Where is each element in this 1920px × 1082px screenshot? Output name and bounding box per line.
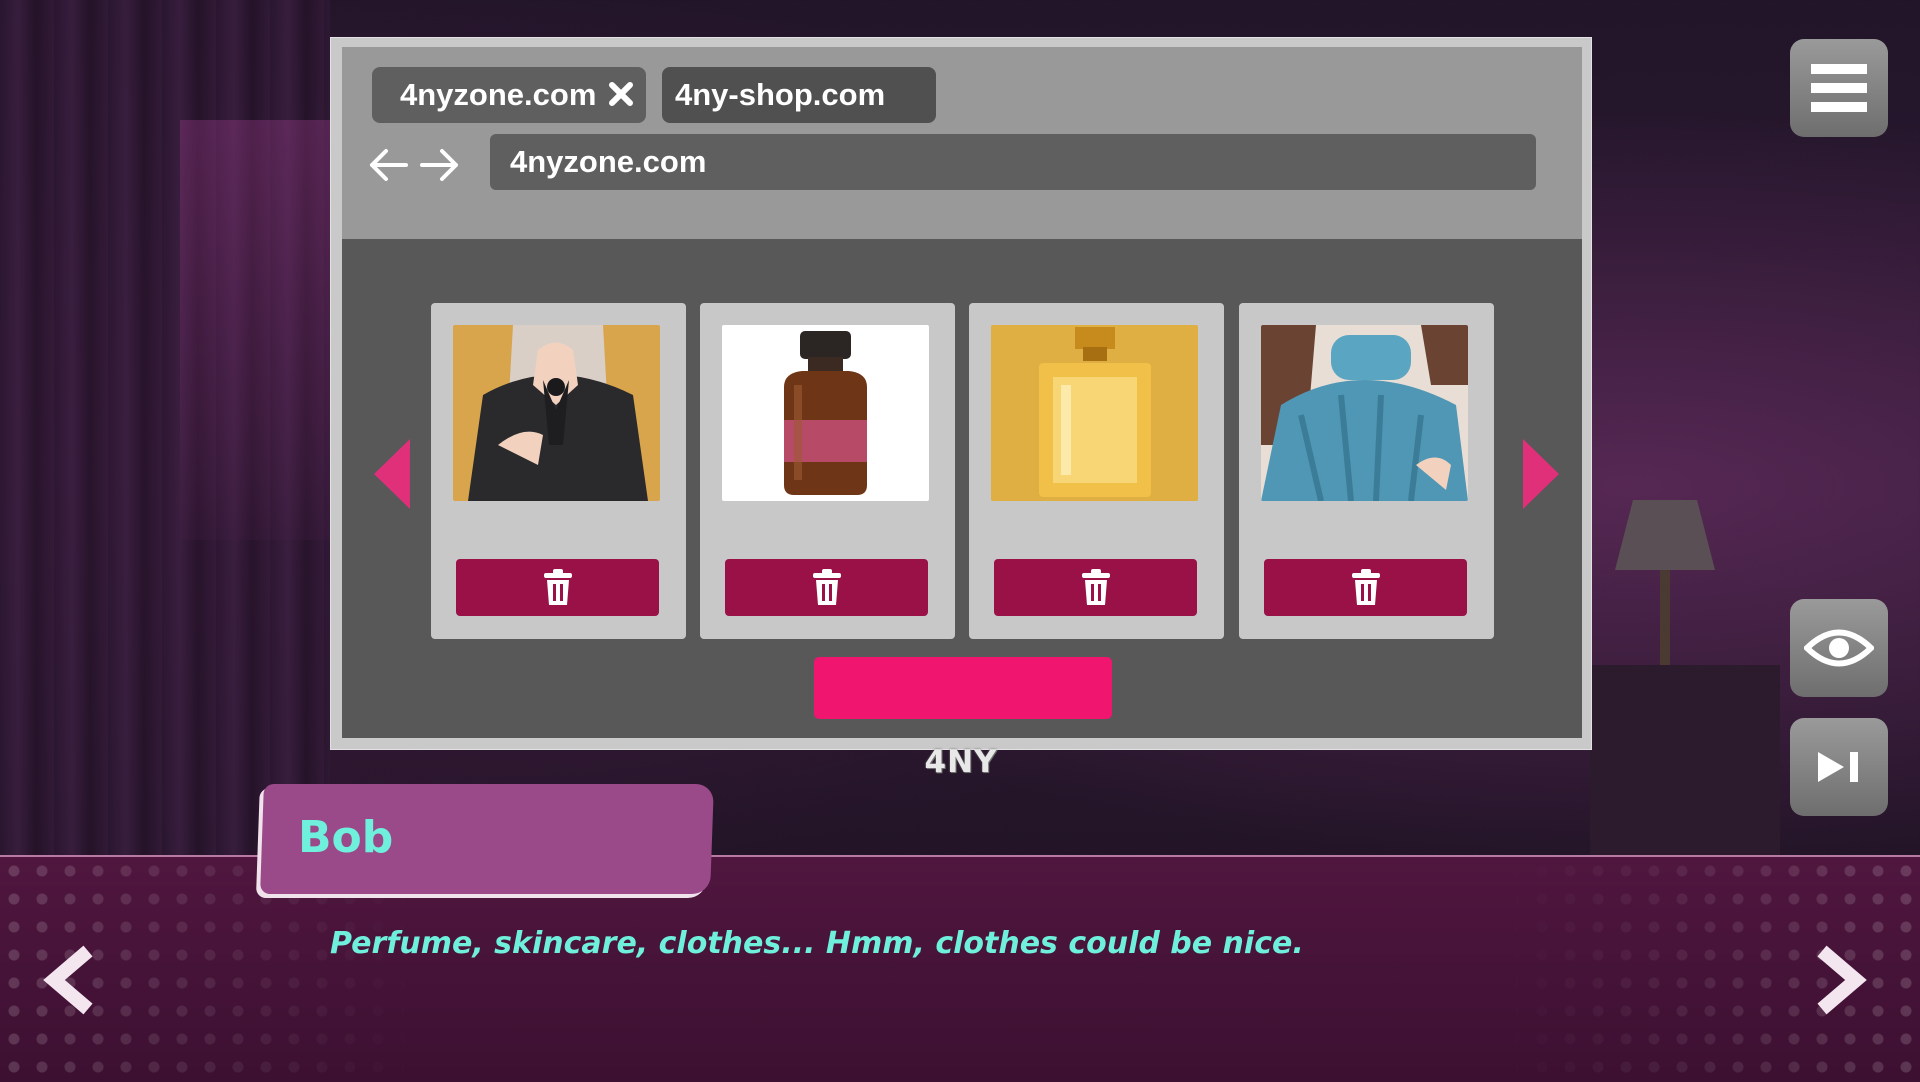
prev-page-icon[interactable]: [372, 439, 412, 509]
delete-item-button[interactable]: [1264, 559, 1467, 616]
background-lamp: [1615, 500, 1715, 570]
product-card-perfume: [969, 303, 1224, 639]
skip-button[interactable]: [1790, 718, 1888, 816]
shop-page: [342, 239, 1582, 738]
back-icon[interactable]: [42, 945, 102, 1015]
monitor-frame: 4nyzone.com 4ny-shop.com 4nyzone.com 4NY: [330, 37, 1592, 780]
checkout-button[interactable]: [814, 657, 1112, 719]
monitor-logo: 4NY: [924, 744, 998, 780]
next-page-icon[interactable]: [1521, 439, 1561, 509]
back-arrow-icon[interactable]: [366, 145, 410, 185]
delete-item-button[interactable]: [994, 559, 1197, 616]
forward-icon[interactable]: [1808, 945, 1868, 1015]
background-window: [180, 120, 340, 540]
product-card-blouse: [431, 303, 686, 639]
skip-icon: [1818, 752, 1858, 782]
menu-icon: [1811, 64, 1867, 112]
tab-4nyzone[interactable]: 4nyzone.com: [372, 67, 646, 123]
address-bar[interactable]: 4nyzone.com: [490, 134, 1536, 190]
delete-item-button[interactable]: [725, 559, 928, 616]
perfume-bottle-image: [991, 325, 1198, 501]
browser-toolbar: 4nyzone.com 4ny-shop.com 4nyzone.com: [342, 47, 1582, 239]
product-card-sweater: [1239, 303, 1494, 639]
tab-label: 4nyzone.com: [400, 77, 597, 112]
background-lamp-pole: [1660, 570, 1670, 665]
menu-button[interactable]: [1790, 39, 1888, 137]
trash-icon: [543, 568, 572, 605]
eye-icon: [1804, 629, 1874, 667]
trash-icon: [1081, 568, 1110, 605]
tab-label: 4ny-shop.com: [675, 77, 886, 112]
delete-item-button[interactable]: [456, 559, 659, 616]
speaker-name: Bob: [298, 812, 394, 863]
background-nightstand: [1590, 665, 1780, 865]
amber-bottle-image: [722, 325, 929, 501]
black-blouse-image: [453, 325, 660, 501]
forward-arrow-icon[interactable]: [418, 145, 462, 185]
product-card-amber-bottle: [700, 303, 955, 639]
tab-4ny-shop[interactable]: 4ny-shop.com: [662, 67, 936, 123]
url-text: 4nyzone.com: [510, 144, 707, 179]
close-tab-icon[interactable]: [606, 79, 636, 109]
dialogue-text: Perfume, skincare, clothes... Hmm, cloth…: [330, 926, 1304, 961]
hide-ui-button[interactable]: [1790, 599, 1888, 697]
trash-icon: [812, 568, 841, 605]
blue-sweater-image: [1261, 325, 1468, 501]
trash-icon: [1351, 568, 1380, 605]
